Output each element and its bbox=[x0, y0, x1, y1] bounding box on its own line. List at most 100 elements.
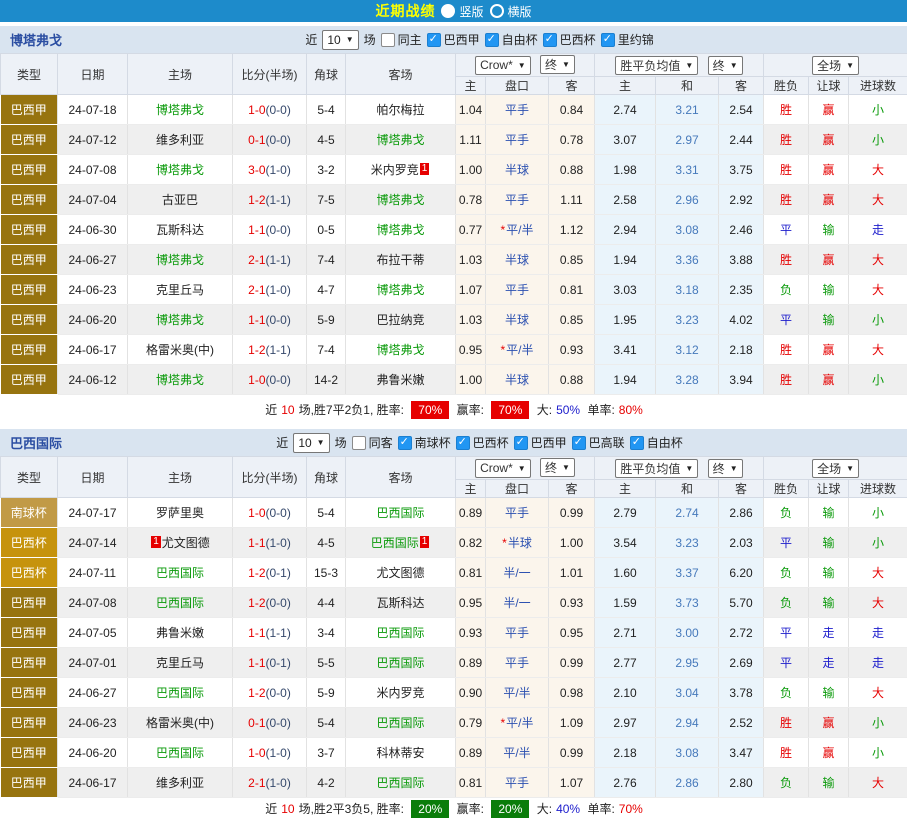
checkbox-checked-icon[interactable] bbox=[398, 436, 412, 450]
away-team[interactable]: 瓦斯科达 bbox=[346, 588, 456, 618]
home-team[interactable]: 维多利亚 bbox=[128, 125, 233, 155]
odds-company-select[interactable]: Crow* bbox=[475, 459, 531, 478]
avg-odds-select[interactable]: 胜平负均值 bbox=[615, 56, 698, 75]
away-team[interactable]: 博塔弗戈 bbox=[346, 215, 456, 245]
match-date: 24-06-23 bbox=[58, 708, 128, 738]
win-rate-badge: 70% bbox=[411, 401, 449, 419]
match-row: 南球杯 24-07-17 罗萨里奥 1-0(0-0) 5-4 巴西国际 0.89… bbox=[1, 498, 907, 528]
home-team[interactable]: 博塔弗戈 bbox=[128, 365, 233, 395]
away-team[interactable]: 博塔弗戈 bbox=[346, 125, 456, 155]
checkbox-checked-icon[interactable] bbox=[485, 33, 499, 47]
goals-outcome: 小 bbox=[849, 528, 907, 558]
match-date: 24-06-27 bbox=[58, 245, 128, 275]
home-team[interactable]: 博塔弗戈 bbox=[128, 95, 233, 125]
layout-horizontal-radio[interactable]: 横版 bbox=[490, 3, 532, 20]
away-team[interactable]: 博塔弗戈 bbox=[346, 185, 456, 215]
league-filter[interactable]: 巴西甲 bbox=[427, 31, 480, 48]
odds-final-select[interactable]: 终 bbox=[540, 55, 575, 74]
home-team[interactable]: 巴西国际 bbox=[128, 588, 233, 618]
avg-odds-select[interactable]: 胜平负均值 bbox=[615, 459, 698, 478]
odds-away: 0.95 bbox=[549, 618, 595, 648]
odds-home: 0.90 bbox=[456, 678, 486, 708]
odds-final-select[interactable]: 终 bbox=[540, 458, 575, 477]
match-count-select[interactable]: 10 bbox=[293, 433, 329, 453]
radio-unselected-icon[interactable] bbox=[490, 4, 504, 18]
home-team[interactable]: 巴西国际 bbox=[128, 558, 233, 588]
league-filter[interactable]: 巴西杯 bbox=[456, 434, 509, 451]
league-filter[interactable]: 巴西杯 bbox=[543, 31, 596, 48]
checkbox-checked-icon[interactable] bbox=[601, 33, 615, 47]
home-team[interactable]: 罗萨里奥 bbox=[128, 498, 233, 528]
radio-selected-icon[interactable] bbox=[441, 4, 455, 18]
avg-draw-odds: 3.23 bbox=[656, 528, 719, 558]
home-team[interactable]: 博塔弗戈 bbox=[128, 155, 233, 185]
home-team[interactable]: 博塔弗戈 bbox=[128, 305, 233, 335]
home-team[interactable]: 1尤文图德 bbox=[128, 528, 233, 558]
avg-final-select[interactable]: 终 bbox=[708, 56, 743, 75]
checkbox-unchecked-icon[interactable] bbox=[352, 436, 366, 450]
col-avg-draw: 和 bbox=[656, 77, 719, 95]
match-count-select[interactable]: 10 bbox=[322, 30, 358, 50]
checkbox-checked-icon[interactable] bbox=[572, 436, 586, 450]
home-team[interactable]: 维多利亚 bbox=[128, 768, 233, 798]
away-team[interactable]: 尤文图德 bbox=[346, 558, 456, 588]
home-team[interactable]: 巴西国际 bbox=[128, 738, 233, 768]
same-venue-filter[interactable]: 同客 bbox=[352, 434, 393, 451]
scope-select[interactable]: 全场 bbox=[812, 56, 859, 75]
same-venue-filter[interactable]: 同主 bbox=[381, 31, 422, 48]
league-filter[interactable]: 自由杯 bbox=[485, 31, 538, 48]
checkbox-checked-icon[interactable] bbox=[543, 33, 557, 47]
filter-bar: 近 10 场 同客 南球杯 巴西杯 巴西甲 巴高联 自由杯 bbox=[62, 433, 897, 453]
checkbox-checked-icon[interactable] bbox=[456, 436, 470, 450]
team-name[interactable]: 巴西国际 bbox=[10, 433, 62, 452]
away-team[interactable]: 巴西国际 bbox=[346, 498, 456, 528]
away-team[interactable]: 弗鲁米嫩 bbox=[346, 365, 456, 395]
league-filter[interactable]: 自由杯 bbox=[630, 434, 683, 451]
match-row: 巴西甲 24-07-01 克里丘马 1-1(0-1) 5-5 巴西国际 0.89… bbox=[1, 648, 907, 678]
away-team[interactable]: 米内罗竞1 bbox=[346, 155, 456, 185]
result-outcome: 胜 bbox=[764, 708, 809, 738]
score: 1-1(0-0) bbox=[233, 305, 307, 335]
corner-count: 7-4 bbox=[307, 335, 346, 365]
match-row: 巴西甲 24-07-12 维多利亚 0-1(0-0) 4-5 博塔弗戈 1.11… bbox=[1, 125, 907, 155]
away-team[interactable]: 布拉干蒂 bbox=[346, 245, 456, 275]
away-team[interactable]: 巴拉纳竞 bbox=[346, 305, 456, 335]
league-filter[interactable]: 南球杯 bbox=[398, 434, 451, 451]
away-team[interactable]: 博塔弗戈 bbox=[346, 335, 456, 365]
away-team[interactable]: 巴西国际 bbox=[346, 618, 456, 648]
away-team[interactable]: 巴西国际1 bbox=[346, 528, 456, 558]
checkbox-checked-icon[interactable] bbox=[514, 436, 528, 450]
league-filter[interactable]: 巴西甲 bbox=[514, 434, 567, 451]
away-team[interactable]: 巴西国际 bbox=[346, 708, 456, 738]
checkbox-checked-icon[interactable] bbox=[427, 33, 441, 47]
layout-vertical-radio[interactable]: 竖版 bbox=[441, 3, 483, 20]
team-name[interactable]: 博塔弗戈 bbox=[10, 30, 62, 49]
league-filter-label: 巴西甲 bbox=[531, 434, 567, 451]
summary-near: 近 bbox=[265, 802, 277, 816]
handicap-line: *平/半 bbox=[486, 335, 549, 365]
home-team[interactable]: 巴西国际 bbox=[128, 678, 233, 708]
league-filter[interactable]: 里约锦 bbox=[601, 31, 654, 48]
home-team[interactable]: 格雷米奥(中) bbox=[128, 335, 233, 365]
home-team[interactable]: 弗鲁米嫩 bbox=[128, 618, 233, 648]
away-team[interactable]: 科林蒂安 bbox=[346, 738, 456, 768]
away-team[interactable]: 巴西国际 bbox=[346, 768, 456, 798]
home-team[interactable]: 格雷米奥(中) bbox=[128, 708, 233, 738]
home-team[interactable]: 博塔弗戈 bbox=[128, 245, 233, 275]
away-team[interactable]: 巴西国际 bbox=[346, 648, 456, 678]
checkbox-unchecked-icon[interactable] bbox=[381, 33, 395, 47]
score: 1-1(0-1) bbox=[233, 648, 307, 678]
away-team[interactable]: 帕尔梅拉 bbox=[346, 95, 456, 125]
home-team[interactable]: 克里丘马 bbox=[128, 648, 233, 678]
avg-final-select[interactable]: 终 bbox=[708, 459, 743, 478]
home-team[interactable]: 瓦斯科达 bbox=[128, 215, 233, 245]
home-team[interactable]: 克里丘马 bbox=[128, 275, 233, 305]
away-team[interactable]: 博塔弗戈 bbox=[346, 275, 456, 305]
home-team[interactable]: 古亚巴 bbox=[128, 185, 233, 215]
avg-home-odds: 1.60 bbox=[595, 558, 656, 588]
odds-company-select[interactable]: Crow* bbox=[475, 56, 531, 75]
away-team[interactable]: 米内罗竞 bbox=[346, 678, 456, 708]
scope-select[interactable]: 全场 bbox=[812, 459, 859, 478]
checkbox-checked-icon[interactable] bbox=[630, 436, 644, 450]
league-filter[interactable]: 巴高联 bbox=[572, 434, 625, 451]
